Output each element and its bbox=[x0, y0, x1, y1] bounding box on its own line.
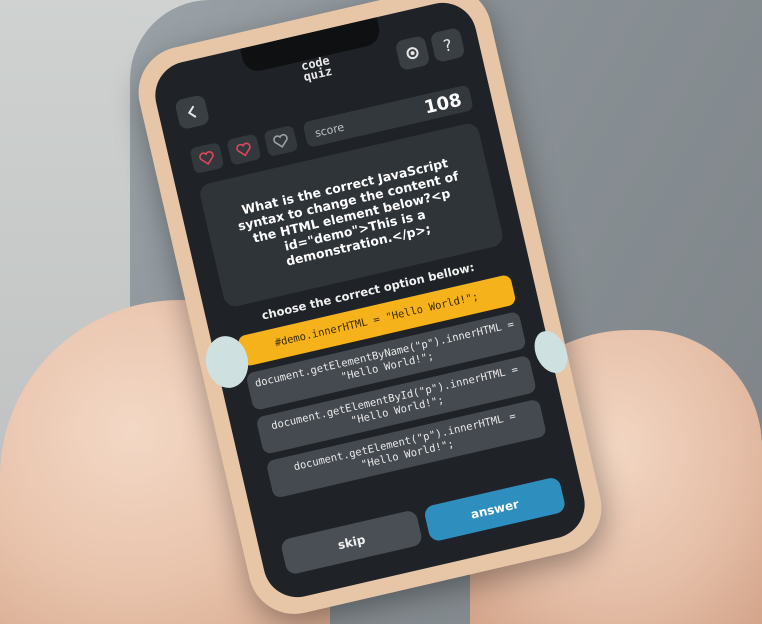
settings-button[interactable] bbox=[394, 35, 431, 72]
skip-button[interactable]: skip bbox=[279, 509, 424, 576]
life-heart-1 bbox=[189, 142, 225, 175]
chevron-left-icon bbox=[187, 105, 197, 118]
app-logo: code quiz bbox=[300, 53, 334, 85]
help-button[interactable]: ? bbox=[429, 27, 466, 63]
heart-icon bbox=[273, 133, 288, 148]
score-value: 108 bbox=[422, 89, 464, 119]
answer-button[interactable]: answer bbox=[423, 476, 567, 543]
gear-icon bbox=[406, 47, 419, 60]
heart-icon bbox=[236, 142, 251, 157]
score-label: score bbox=[313, 120, 346, 140]
logo-bottom: quiz bbox=[302, 63, 334, 85]
question-text: What is the correct JavaScript syntax to… bbox=[236, 154, 460, 269]
life-heart-3 bbox=[263, 124, 299, 157]
help-label: ? bbox=[441, 34, 454, 56]
heart-icon bbox=[199, 151, 214, 166]
life-heart-2 bbox=[226, 133, 262, 166]
back-button[interactable] bbox=[174, 94, 211, 131]
